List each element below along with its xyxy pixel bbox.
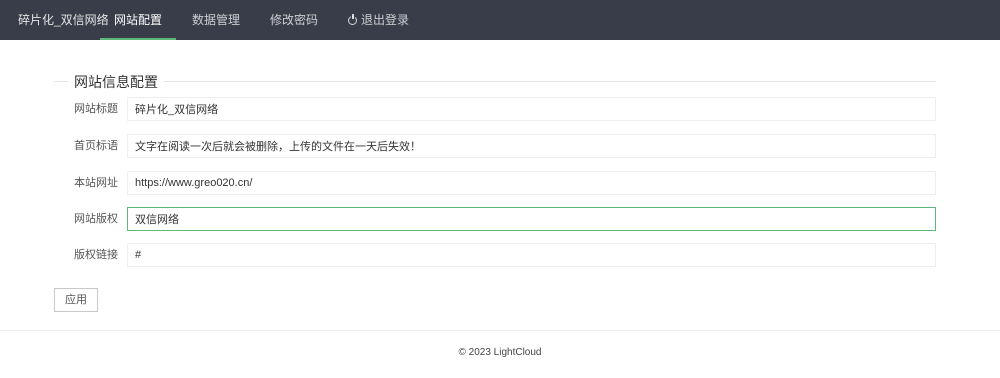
form-row-copyright: 网站版权 [54, 207, 936, 231]
nav-change-password-label: 修改密码 [270, 13, 319, 27]
top-navbar: 碎片化_双信网络 网站配置 数据管理 修改密码 退出登录 [0, 0, 1000, 40]
main-nav: 网站配置 数据管理 修改密码 退出登录 [100, 0, 425, 40]
footer-copyright: © 2023 LightCloud [458, 347, 542, 358]
nav-data-management[interactable]: 数据管理 [178, 0, 254, 40]
nav-logout[interactable]: 退出登录 [334, 0, 423, 40]
nav-change-password[interactable]: 修改密码 [256, 0, 332, 40]
home-slogan-input[interactable] [127, 134, 936, 158]
copyright-input[interactable] [127, 207, 936, 231]
nav-data-management-label: 数据管理 [192, 13, 241, 27]
copyright-link-input[interactable] [127, 243, 936, 267]
site-url-label: 本站网址 [74, 177, 118, 189]
form-row-copyright-link: 版权链接 [54, 243, 936, 267]
site-config-fieldset: 网站信息配置 [54, 73, 936, 91]
site-url-input[interactable] [127, 171, 936, 195]
form-row-home-slogan: 首页标语 [54, 134, 936, 158]
site-title-label: 网站标题 [74, 103, 118, 115]
copyright-label: 网站版权 [74, 213, 118, 225]
form-row-site-url: 本站网址 [54, 171, 936, 195]
nav-site-config[interactable]: 网站配置 [100, 0, 177, 40]
copyright-link-label: 版权链接 [74, 249, 118, 261]
site-title-input[interactable] [127, 97, 936, 121]
home-slogan-label: 首页标语 [74, 140, 118, 152]
apply-button[interactable]: 应用 [54, 288, 98, 312]
nav-site-config-label: 网站配置 [114, 13, 163, 27]
power-icon [348, 13, 358, 25]
footer-divider [0, 330, 1000, 331]
section-title: 网站信息配置 [68, 73, 164, 91]
form-row-site-title: 网站标题 [54, 97, 936, 121]
nav-logout-label: 退出登录 [361, 13, 410, 27]
brand-title: 碎片化_双信网络 [18, 13, 109, 27]
